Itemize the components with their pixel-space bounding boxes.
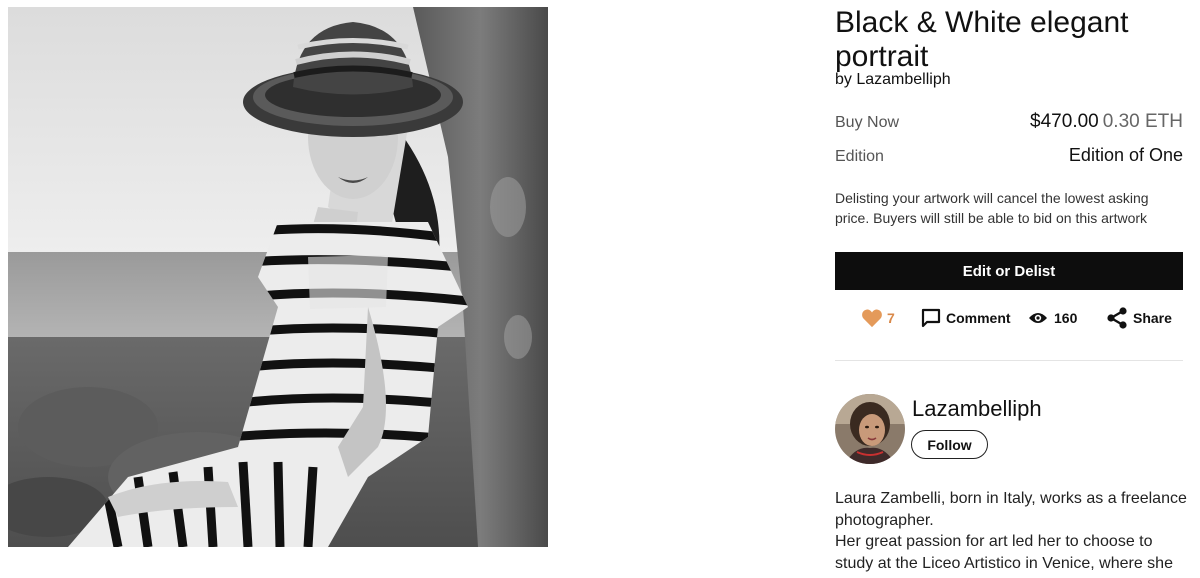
edition-label: Edition — [835, 148, 884, 165]
artist-bio: Laura Zambelli, born in Italy, works as … — [835, 488, 1187, 574]
views-counter: 160 — [1028, 304, 1077, 332]
artist-link[interactable]: Lazambelliph — [856, 71, 950, 88]
bio-paragraph: Her great passion for art led her to cho… — [835, 533, 1173, 572]
edition-row: Edition Edition of One — [835, 145, 1183, 166]
comment-icon — [921, 308, 941, 328]
share-label: Share — [1133, 310, 1172, 326]
artwork-title: Black & White elegant portrait — [835, 6, 1129, 73]
buy-now-label: Buy Now — [835, 114, 900, 131]
artwork-image[interactable] — [8, 7, 548, 547]
portrait-photo — [8, 7, 548, 547]
price-row: Buy Now $470.00 0.30 ETH — [835, 111, 1183, 133]
heart-icon — [861, 308, 883, 328]
divider — [835, 360, 1183, 361]
artist-prefix: by — [835, 71, 852, 88]
edition-value: Edition of One — [1068, 145, 1183, 165]
bio-paragraph: Laura Zambelli, born in Italy, works as … — [835, 490, 1187, 529]
price-usd: $470.00 — [1030, 111, 1099, 132]
view-count: 160 — [1054, 310, 1078, 326]
like-count: 7 — [887, 310, 895, 326]
share-button[interactable]: Share — [1106, 304, 1172, 332]
like-button[interactable]: 7 — [861, 304, 895, 332]
delist-notice: Delisting your artwork will cancel the l… — [835, 190, 1149, 226]
action-bar: 7 Comment 160 Share — [835, 304, 1183, 332]
profile-name[interactable]: Lazambelliph — [912, 396, 1042, 422]
eye-icon — [1028, 311, 1048, 325]
artist-byline: by Lazambelliph — [835, 71, 951, 89]
comment-button[interactable]: Comment — [921, 304, 1011, 332]
price-eth: 0.30 ETH — [1102, 111, 1183, 132]
edit-or-delist-button[interactable]: Edit or Delist — [835, 252, 1183, 290]
avatar[interactable] — [835, 394, 905, 464]
comment-label: Comment — [946, 310, 1011, 326]
share-icon — [1106, 307, 1128, 329]
price-group: $470.00 0.30 ETH — [1030, 111, 1183, 133]
follow-button[interactable]: Follow — [911, 430, 988, 459]
